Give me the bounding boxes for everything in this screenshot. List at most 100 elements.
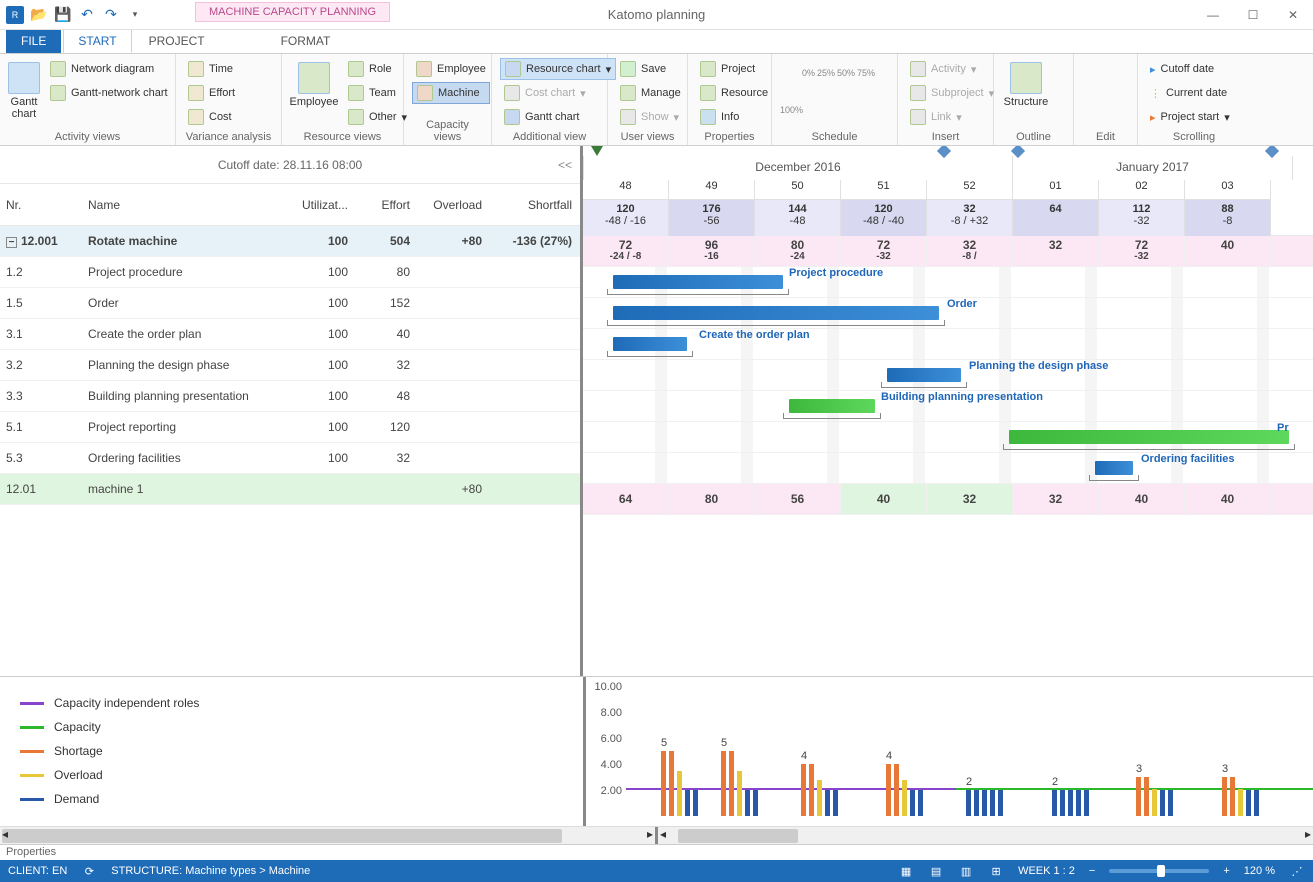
legend-item: Overload	[20, 763, 563, 787]
ribbon-tabs: FILE START PROJECT FORMAT	[0, 30, 1313, 54]
col-effort[interactable]: Effort	[354, 198, 416, 212]
chart-value-label: 5	[721, 737, 727, 749]
subproject-button[interactable]: Subproject ▾	[906, 82, 998, 104]
activity-insert-button[interactable]: Activity ▾	[906, 58, 998, 80]
resource-prop-button[interactable]: Resource	[696, 82, 772, 104]
col-name[interactable]: Name	[82, 198, 292, 212]
table-row[interactable]: 5.3Ordering facilities10032	[0, 443, 580, 474]
schedule-icon[interactable]	[780, 68, 800, 88]
network-diagram-button[interactable]: Network diagram	[46, 58, 172, 80]
effort-button[interactable]: Effort	[184, 82, 239, 104]
collapse-icon[interactable]: −	[6, 237, 17, 248]
gantt-network-button[interactable]: Gantt-network chart	[46, 82, 172, 104]
col-nr[interactable]: Nr.	[0, 198, 82, 212]
structure-button[interactable]: Structure	[1002, 58, 1050, 108]
close-button[interactable]: ✕	[1273, 1, 1313, 29]
zoom-slider[interactable]	[1109, 869, 1209, 873]
view-icon-2[interactable]: ▤	[928, 863, 944, 879]
table-row[interactable]: 3.3Building planning presentation10048	[0, 381, 580, 412]
cost-button[interactable]: Cost	[184, 106, 239, 128]
legend-item: Demand	[20, 787, 563, 811]
view-icon-1[interactable]: ▦	[898, 863, 914, 879]
tab-format[interactable]: FORMAT	[266, 29, 346, 53]
zoom-out-button[interactable]: −	[1089, 865, 1095, 877]
gantt-bar[interactable]	[887, 368, 961, 382]
gantt-row[interactable]: Create the order plan	[583, 329, 1313, 360]
resize-grip-icon[interactable]: ⋰	[1289, 863, 1305, 879]
gantt-bar[interactable]	[613, 306, 939, 320]
resource-chart-button[interactable]: Resource chart ▾	[500, 58, 616, 80]
horizontal-scrollbar[interactable]: ◂▸ ◂▸	[0, 826, 1313, 844]
table-row[interactable]: 5.1Project reporting100120	[0, 412, 580, 443]
table-row[interactable]: −12.001Rotate machine100504+80-136 (27%)	[0, 226, 580, 257]
main-content: Cutoff date: 28.11.16 08:00 << Nr. Name …	[0, 146, 1313, 676]
save-view-button[interactable]: Save	[616, 58, 685, 80]
team-button[interactable]: Team	[344, 82, 411, 104]
redo-icon[interactable]: ↷	[102, 6, 120, 24]
current-date-button[interactable]: ⋮Current date	[1146, 82, 1234, 104]
col-overload[interactable]: Overload	[416, 198, 488, 212]
cutoff-date-button[interactable]: ▸Cutoff date	[1146, 58, 1234, 80]
tab-file[interactable]: FILE	[6, 29, 61, 53]
gantt-row[interactable]: Ordering facilities	[583, 453, 1313, 484]
gantt-bar[interactable]	[1095, 461, 1133, 475]
link-button[interactable]: Link ▾	[906, 106, 998, 128]
chart-value-label: 2	[966, 776, 972, 788]
open-icon[interactable]: 📂	[30, 6, 48, 24]
info-button[interactable]: Info	[696, 106, 772, 128]
chart-value-label: 2	[1052, 776, 1058, 788]
gantt-bar[interactable]	[789, 399, 875, 413]
gantt-row[interactable]: 6480564032324040	[583, 484, 1313, 515]
col-shortfall[interactable]: Shortfall	[488, 198, 578, 212]
show-button[interactable]: Show ▾	[616, 106, 685, 128]
maximize-button[interactable]: ☐	[1233, 1, 1273, 29]
table-row[interactable]: 1.5Order100152	[0, 288, 580, 319]
cost-chart-button[interactable]: Cost chart ▾	[500, 82, 616, 104]
refresh-icon[interactable]: ⟳	[81, 863, 97, 879]
y-tick-label: 2.00	[601, 785, 622, 797]
time-button[interactable]: Time	[184, 58, 239, 80]
table-body: −12.001Rotate machine100504+80-136 (27%)…	[0, 226, 580, 676]
gantt-bar[interactable]	[613, 275, 783, 289]
gantt-row[interactable]: Planning the design phase	[583, 360, 1313, 391]
gantt-area[interactable]: 72-24 / -896-1680-2472-3232-8 /3272-3240…	[583, 236, 1313, 676]
gantt-row[interactable]: Pr	[583, 422, 1313, 453]
status-bar: CLIENT: EN ⟳ STRUCTURE: Machine types > …	[0, 860, 1313, 882]
capacity-employee-button[interactable]: Employee	[412, 58, 490, 80]
gantt-row[interactable]: Building planning presentation	[583, 391, 1313, 422]
capacity-machine-button[interactable]: Machine	[412, 82, 490, 104]
gantt-row[interactable]: Order	[583, 298, 1313, 329]
gantt-cell: 56	[755, 484, 841, 514]
view-icon-3[interactable]: ▥	[958, 863, 974, 879]
gantt-chart-add-button[interactable]: Gantt chart	[500, 106, 616, 128]
gantt-row[interactable]: Project procedure	[583, 267, 1313, 298]
project-prop-button[interactable]: Project	[696, 58, 772, 80]
gantt-chart-button[interactable]: Ganttchart	[8, 58, 40, 120]
collapse-button[interactable]: <<	[558, 158, 572, 172]
gantt-row[interactable]: 72-24 / -896-1680-2472-3232-8 /3272-3240	[583, 236, 1313, 267]
table-row[interactable]: 12.01machine 1+80	[0, 474, 580, 505]
tab-project[interactable]: PROJECT	[134, 29, 220, 53]
role-button[interactable]: Role	[344, 58, 411, 80]
other-button[interactable]: Other ▾	[344, 106, 411, 128]
minimize-button[interactable]: —	[1193, 1, 1233, 29]
undo-icon[interactable]: ↶	[78, 6, 96, 24]
save-icon[interactable]: 💾	[54, 6, 72, 24]
col-util[interactable]: Utilizat...	[292, 198, 354, 212]
table-row[interactable]: 1.2Project procedure10080	[0, 257, 580, 288]
qat-dropdown-icon[interactable]: ▾	[126, 6, 144, 24]
table-row[interactable]: 3.1Create the order plan10040	[0, 319, 580, 350]
zoom-in-button[interactable]: +	[1223, 865, 1229, 877]
table-row[interactable]: 3.2Planning the design phase10032	[0, 350, 580, 381]
week-header: 01	[1013, 180, 1099, 200]
manage-button[interactable]: Manage	[616, 82, 685, 104]
view-icon-4[interactable]: ⊞	[988, 863, 1004, 879]
gantt-bar-label: Project procedure	[789, 267, 883, 279]
week-header: 03	[1185, 180, 1271, 200]
properties-bar[interactable]: Properties	[0, 844, 1313, 860]
project-start-button[interactable]: ▸Project start ▾	[1146, 106, 1234, 128]
gantt-bar[interactable]	[613, 337, 687, 351]
gantt-bar[interactable]	[1009, 430, 1289, 444]
employee-view-button[interactable]: Employee	[290, 58, 338, 108]
tab-start[interactable]: START	[63, 29, 131, 53]
